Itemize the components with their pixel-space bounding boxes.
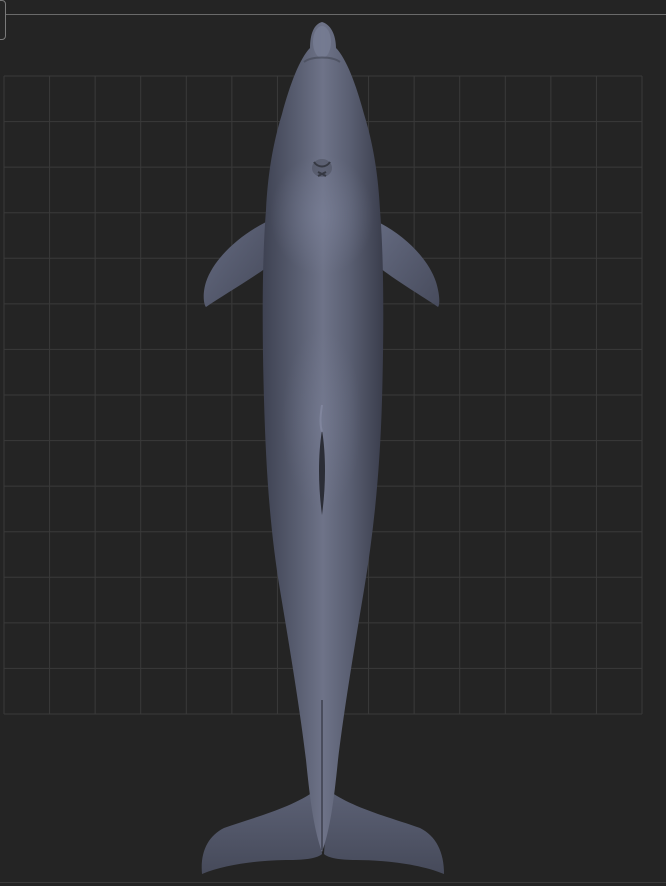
right-pectoral-fin (378, 222, 440, 307)
beak-highlight (313, 26, 331, 58)
tail-fluke-right (324, 790, 444, 874)
viewport-bottom-border (0, 882, 666, 883)
dolphin-model[interactable] (0, 0, 666, 886)
tail-fluke-left (201, 790, 322, 874)
left-pectoral-fin (203, 222, 266, 307)
3d-viewport[interactable] (0, 0, 666, 886)
